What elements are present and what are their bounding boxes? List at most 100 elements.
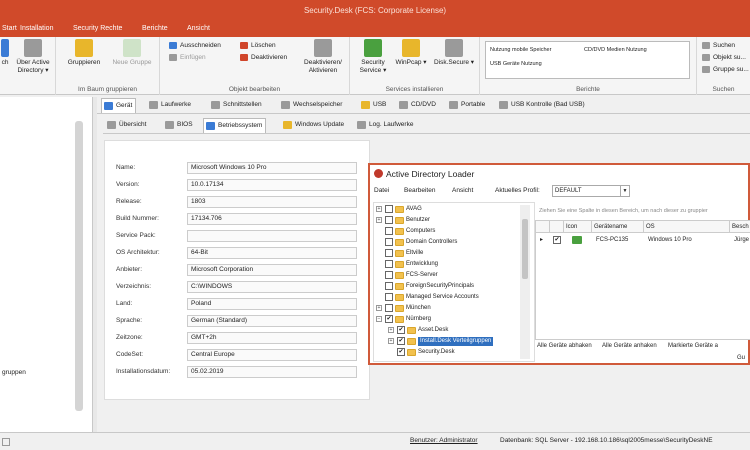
report-item-cd-dvd[interactable]: CD/DVD Medien Nutzung [584, 47, 647, 53]
tab-uebersicht[interactable]: Übersicht [105, 118, 149, 133]
field-value[interactable] [187, 230, 357, 242]
left-scrollbar[interactable] [75, 121, 83, 411]
tree-checkbox[interactable]: ✔ [397, 348, 405, 356]
tree-checkbox[interactable]: ✔ [397, 326, 405, 334]
tree-checkbox[interactable]: ✔ [385, 315, 393, 323]
disk-secure-button[interactable]: Disk.Secure ▾ [432, 39, 476, 67]
security-service-button[interactable]: Security Service ▾ [356, 39, 390, 75]
tree-checkbox[interactable] [385, 271, 393, 279]
expand-icon[interactable]: + [388, 338, 394, 344]
expand-icon[interactable]: + [388, 327, 394, 333]
dialog-menu-ansicht[interactable]: Ansicht [452, 187, 473, 194]
einfuegen-button[interactable]: Einfügen [169, 52, 206, 63]
deaktivieren-button[interactable]: Deaktivieren [240, 52, 287, 63]
grid-header-beschreibung[interactable]: Besch [730, 221, 750, 233]
tab-wechselspeicher[interactable]: Wechselspeicher [279, 98, 345, 113]
menu-ansicht[interactable]: Ansicht [187, 25, 210, 32]
footer-button[interactable]: Gu [737, 355, 745, 361]
deaktivieren-aktivieren-button[interactable]: Deaktivieren/ Aktivieren [300, 39, 346, 75]
table-row[interactable]: ▸ ✔ FCS-PC135 Windows 10 Pro Jürge [536, 234, 750, 246]
ausschneiden-label: Ausschneiden [180, 42, 221, 49]
tree-checkbox[interactable] [385, 304, 393, 312]
new-group-icon [123, 39, 141, 57]
tab-cd-dvd[interactable]: CD/DVD [397, 98, 439, 113]
tab-portable[interactable]: Portable [447, 98, 488, 113]
field-value[interactable]: Poland [187, 298, 357, 310]
active-directory-label: Über Active Directory ▾ [16, 59, 50, 74]
tab-laufwerke[interactable]: Laufwerke [147, 98, 194, 113]
field-row-sprache: Sprache: German (Standard) [116, 315, 366, 328]
loeschen-button[interactable]: Löschen [240, 40, 276, 51]
profile-select[interactable]: DEFAULT ▼ [552, 185, 630, 197]
alle-anhaken-button[interactable]: Alle Geräte anhaken [602, 343, 657, 349]
field-value[interactable]: German (Standard) [187, 315, 357, 327]
tab-usb[interactable]: USB [359, 98, 389, 113]
suchen-button[interactable]: Suchen [702, 40, 735, 51]
tree-checkbox[interactable]: ✔ [397, 337, 405, 345]
winpcap-button[interactable]: WinPcap ▾ [394, 39, 428, 67]
field-value[interactable]: Microsoft Corporation [187, 264, 357, 276]
field-value[interactable]: C:\WINDOWS [187, 281, 357, 293]
field-value[interactable]: Central Europe [187, 349, 357, 361]
field-value[interactable]: GMT+2h [187, 332, 357, 344]
dialog-menu-bearbeiten[interactable]: Bearbeiten [404, 187, 435, 194]
tab-betriebssystem[interactable]: Betriebssystem [203, 118, 267, 133]
chevron-down-icon[interactable]: ▼ [620, 186, 629, 196]
tab-log-laufwerke[interactable]: Log. Laufwerke [355, 118, 416, 133]
expand-icon[interactable]: − [376, 316, 382, 322]
menu-installation[interactable]: Installation [20, 25, 53, 32]
grid-header-geraetename[interactable]: Gerätename [592, 221, 644, 233]
tree-scrollbar[interactable] [520, 205, 530, 359]
objekt-suchen-button[interactable]: Objekt su... [702, 52, 746, 63]
field-value[interactable]: 17134.706 [187, 213, 357, 225]
menu-security-rechte[interactable]: Security Rechte [73, 25, 122, 32]
tab-schnittstellen[interactable]: Schnittstellen [209, 98, 265, 113]
tree-checkbox[interactable] [385, 293, 393, 301]
tab-bios[interactable]: BIOS [163, 118, 196, 133]
tab-windows-update[interactable]: Windows Update [281, 118, 347, 133]
field-value[interactable]: Microsoft Windows 10 Pro [187, 162, 357, 174]
tree-checkbox[interactable] [385, 227, 393, 235]
tree-scroll-thumb[interactable] [522, 219, 528, 279]
tree-checkbox[interactable] [385, 205, 393, 213]
active-directory-button[interactable]: Über Active Directory ▾ [12, 39, 54, 75]
field-row-build: Build Nummer: 17134.706 [116, 213, 366, 226]
grid-header-os[interactable]: OS [644, 221, 730, 233]
tree-checkbox[interactable] [385, 282, 393, 290]
markierte-geraete-button[interactable]: Markierte Geräte a [668, 343, 718, 349]
report-item-usb[interactable]: USB Geräte Nutzung [490, 61, 542, 67]
menu-berichte[interactable]: Berichte [142, 25, 168, 32]
grid-header-icon[interactable]: Icon [564, 221, 592, 233]
ausschneiden-button[interactable]: Ausschneiden [169, 40, 221, 51]
dialog-menu-datei[interactable]: Datei [374, 187, 389, 194]
expand-icon[interactable]: + [376, 217, 382, 223]
left-tree-item[interactable]: gruppen [2, 369, 26, 376]
field-value[interactable]: 05.02.2019 [187, 366, 357, 378]
tree-checkbox[interactable] [385, 216, 393, 224]
neue-gruppe-button[interactable]: Neue Gruppe [108, 39, 156, 67]
report-item-mobile-speicher[interactable]: Nutzung mobile Speicher [490, 47, 551, 53]
tab-geraet[interactable]: Gerät [101, 98, 137, 113]
tab-usb-kontrolle[interactable]: USB Kontrolle (Bad USB) [497, 98, 588, 113]
expand-icon[interactable]: + [376, 206, 382, 212]
gruppieren-button[interactable]: Gruppieren [64, 39, 104, 67]
panel-splitter[interactable] [93, 97, 97, 432]
expand-icon[interactable]: + [376, 305, 382, 311]
field-value[interactable]: 1803 [187, 196, 357, 208]
folder-icon [395, 239, 404, 246]
tree-checkbox[interactable] [385, 238, 393, 246]
folder-icon [395, 305, 404, 312]
alle-abhaken-button[interactable]: Alle Geräte abhaken [537, 343, 592, 349]
start-stub-button[interactable]: ch [0, 39, 10, 67]
tree-checkbox[interactable] [385, 249, 393, 257]
tree-checkbox[interactable] [385, 260, 393, 268]
menu-start[interactable]: Start [2, 25, 17, 32]
gruppe-suchen-button[interactable]: Gruppe su... [702, 64, 749, 75]
grid-header-check[interactable] [550, 221, 564, 233]
usb-control-icon [499, 101, 508, 109]
field-row-anbieter: Anbieter: Microsoft Corporation [116, 264, 366, 277]
field-value[interactable]: 64-Bit [187, 247, 357, 259]
berichte-group-label: Berichte [576, 86, 600, 93]
field-value[interactable]: 10.0.17134 [187, 179, 357, 191]
row-checkbox[interactable]: ✔ [553, 236, 561, 244]
